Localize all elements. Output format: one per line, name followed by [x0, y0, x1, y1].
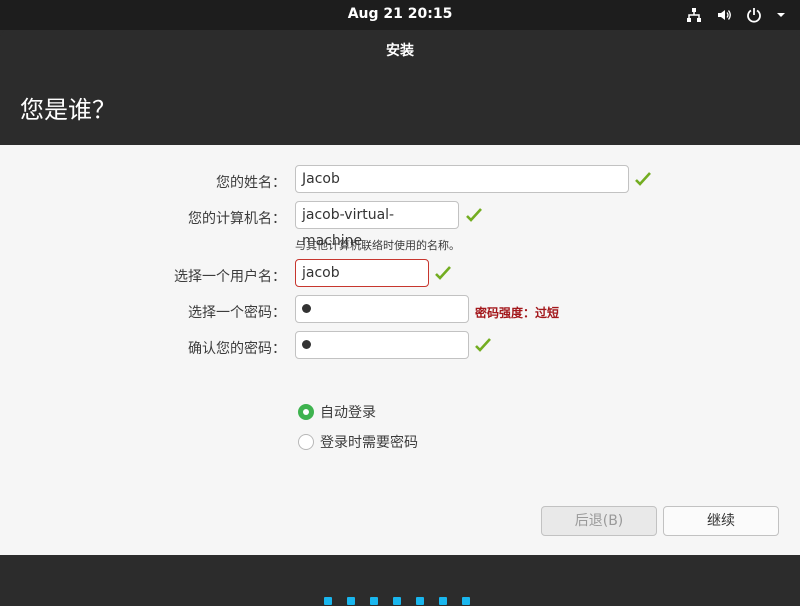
clock[interactable]: Aug 21 20:15	[0, 6, 800, 22]
top-bar: Aug 21 20:15	[0, 0, 800, 30]
power-icon[interactable]	[746, 7, 762, 23]
progress-step	[324, 597, 332, 605]
progress-step	[462, 597, 470, 605]
back-button[interactable]: 后退(B)	[541, 506, 657, 536]
autologin-label: 自动登录	[320, 405, 376, 421]
computer-name-input[interactable]: jacob-virtual-machine	[295, 201, 459, 249]
require-password-radio[interactable]: 登录时需要密码	[298, 432, 418, 452]
autologin-radio-button[interactable]	[298, 404, 314, 420]
username-label: 选择一个用户名：	[174, 269, 286, 285]
name-input[interactable]: Jacob	[295, 165, 629, 193]
progress-step	[393, 597, 401, 605]
volume-icon[interactable]	[716, 7, 732, 23]
confirm-valid-check-icon	[475, 338, 491, 352]
computer-name-valid-check-icon	[466, 208, 482, 222]
password-strength: 密码强度：过短	[475, 306, 560, 320]
progress-steps	[324, 597, 470, 605]
password-label: 选择一个密码：	[188, 305, 286, 321]
confirm-password-label: 确认您的密码：	[188, 341, 286, 357]
confirm-password-input[interactable]	[295, 331, 469, 359]
window-title: 安装	[386, 43, 414, 59]
username-valid-check-icon	[435, 266, 451, 280]
password-dot	[302, 303, 311, 313]
installer-window: 安装 您是谁？ 您的姓名： Jacob 您的计算机名： jacob-virtua…	[0, 30, 800, 606]
name-label: 您的姓名：	[216, 175, 286, 191]
menu-arrow-icon[interactable]	[776, 7, 786, 23]
computer-name-hint: 与其他计算机联络时使用的名称。	[295, 239, 460, 252]
autologin-radio[interactable]: 自动登录	[298, 402, 376, 422]
password-input[interactable]	[295, 295, 469, 323]
require-password-radio-button[interactable]	[298, 434, 314, 450]
progress-step	[439, 597, 447, 605]
progress-step	[416, 597, 424, 605]
computer-name-label: 您的计算机名：	[188, 211, 286, 227]
page-heading: 您是谁？	[20, 96, 116, 124]
confirm-password-dot	[302, 339, 311, 349]
require-password-label: 登录时需要密码	[320, 435, 418, 451]
continue-button[interactable]: 继续	[663, 506, 779, 536]
form-area: 您的姓名： Jacob 您的计算机名： jacob-virtual-machin…	[0, 145, 800, 555]
username-input[interactable]: jacob	[295, 259, 429, 287]
network-icon[interactable]	[686, 7, 702, 23]
progress-step	[370, 597, 378, 605]
system-tray[interactable]	[686, 6, 786, 24]
name-valid-check-icon	[635, 172, 651, 186]
progress-step	[347, 597, 355, 605]
